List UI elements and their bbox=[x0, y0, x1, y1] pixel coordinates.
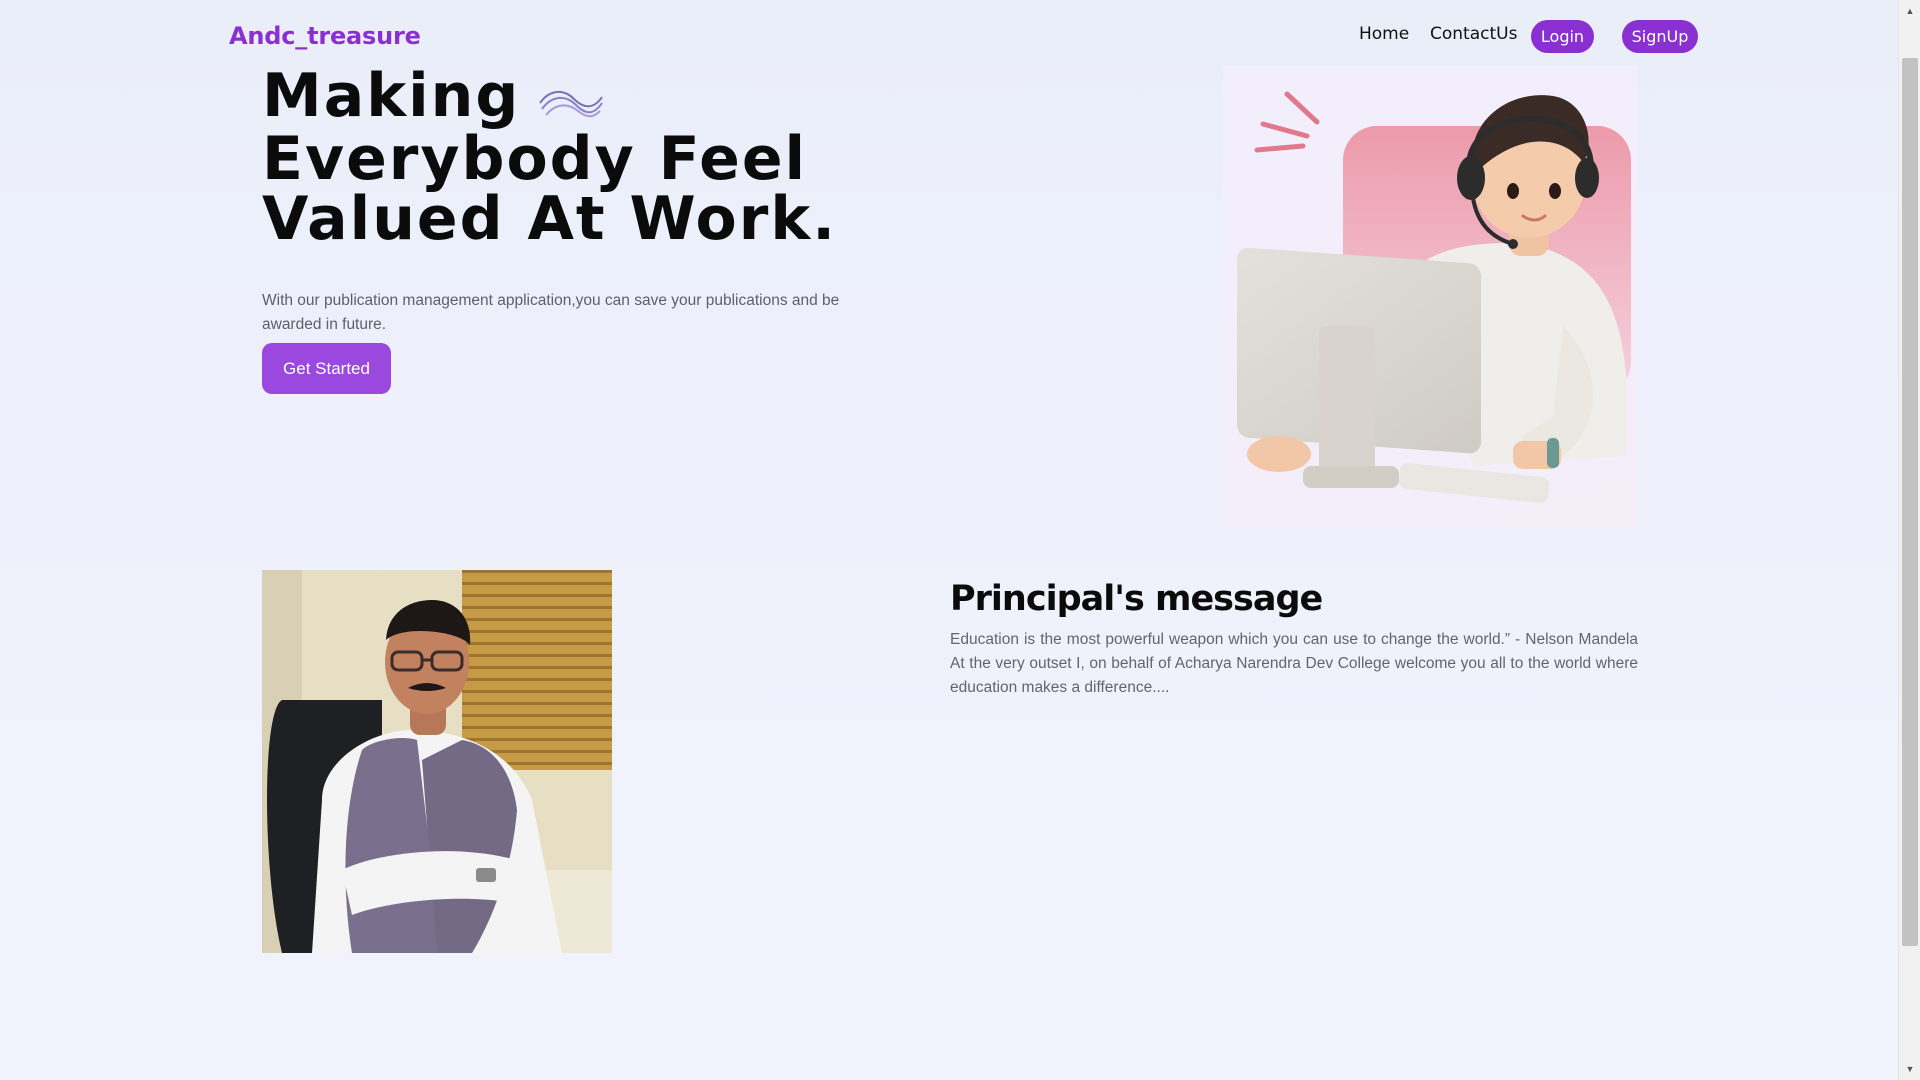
nav-contact-link[interactable]: ContactUs bbox=[1430, 24, 1517, 44]
arrow-down-icon[interactable]: ▼ bbox=[1899, 1060, 1920, 1078]
nav-home-link[interactable]: Home bbox=[1359, 24, 1409, 44]
wave-lines-icon bbox=[538, 69, 604, 129]
hero-title: Making Everybody Feel Valued At Work. bbox=[262, 66, 882, 249]
principal-message-body: Education is the most powerful weapon wh… bbox=[950, 631, 1638, 696]
hero-title-line-2: Everybody Feel bbox=[262, 124, 808, 195]
scrollbar-thumb[interactable] bbox=[1902, 58, 1918, 946]
get-started-button[interactable]: Get Started bbox=[262, 343, 391, 394]
principal-photo bbox=[262, 570, 612, 953]
hero-title-line-3: Valued At Work. bbox=[262, 184, 838, 255]
signup-button[interactable]: SignUp bbox=[1622, 20, 1698, 53]
arrow-up-icon[interactable]: ▲ bbox=[1899, 2, 1920, 20]
hero-title-line-1: Making bbox=[262, 61, 521, 131]
brand-logo[interactable]: Andc_treasure bbox=[229, 22, 421, 50]
hero-illustration bbox=[1223, 66, 1637, 528]
principal-message-title: Principal's message bbox=[950, 579, 1323, 619]
login-button[interactable]: Login bbox=[1531, 20, 1594, 53]
page: Andc_treasure Home ContactUs Login SignU… bbox=[0, 0, 1898, 1080]
hero-subtitle: With our publication management applicat… bbox=[262, 292, 840, 333]
vertical-scrollbar[interactable]: ▲ ▼ bbox=[1898, 0, 1920, 1080]
